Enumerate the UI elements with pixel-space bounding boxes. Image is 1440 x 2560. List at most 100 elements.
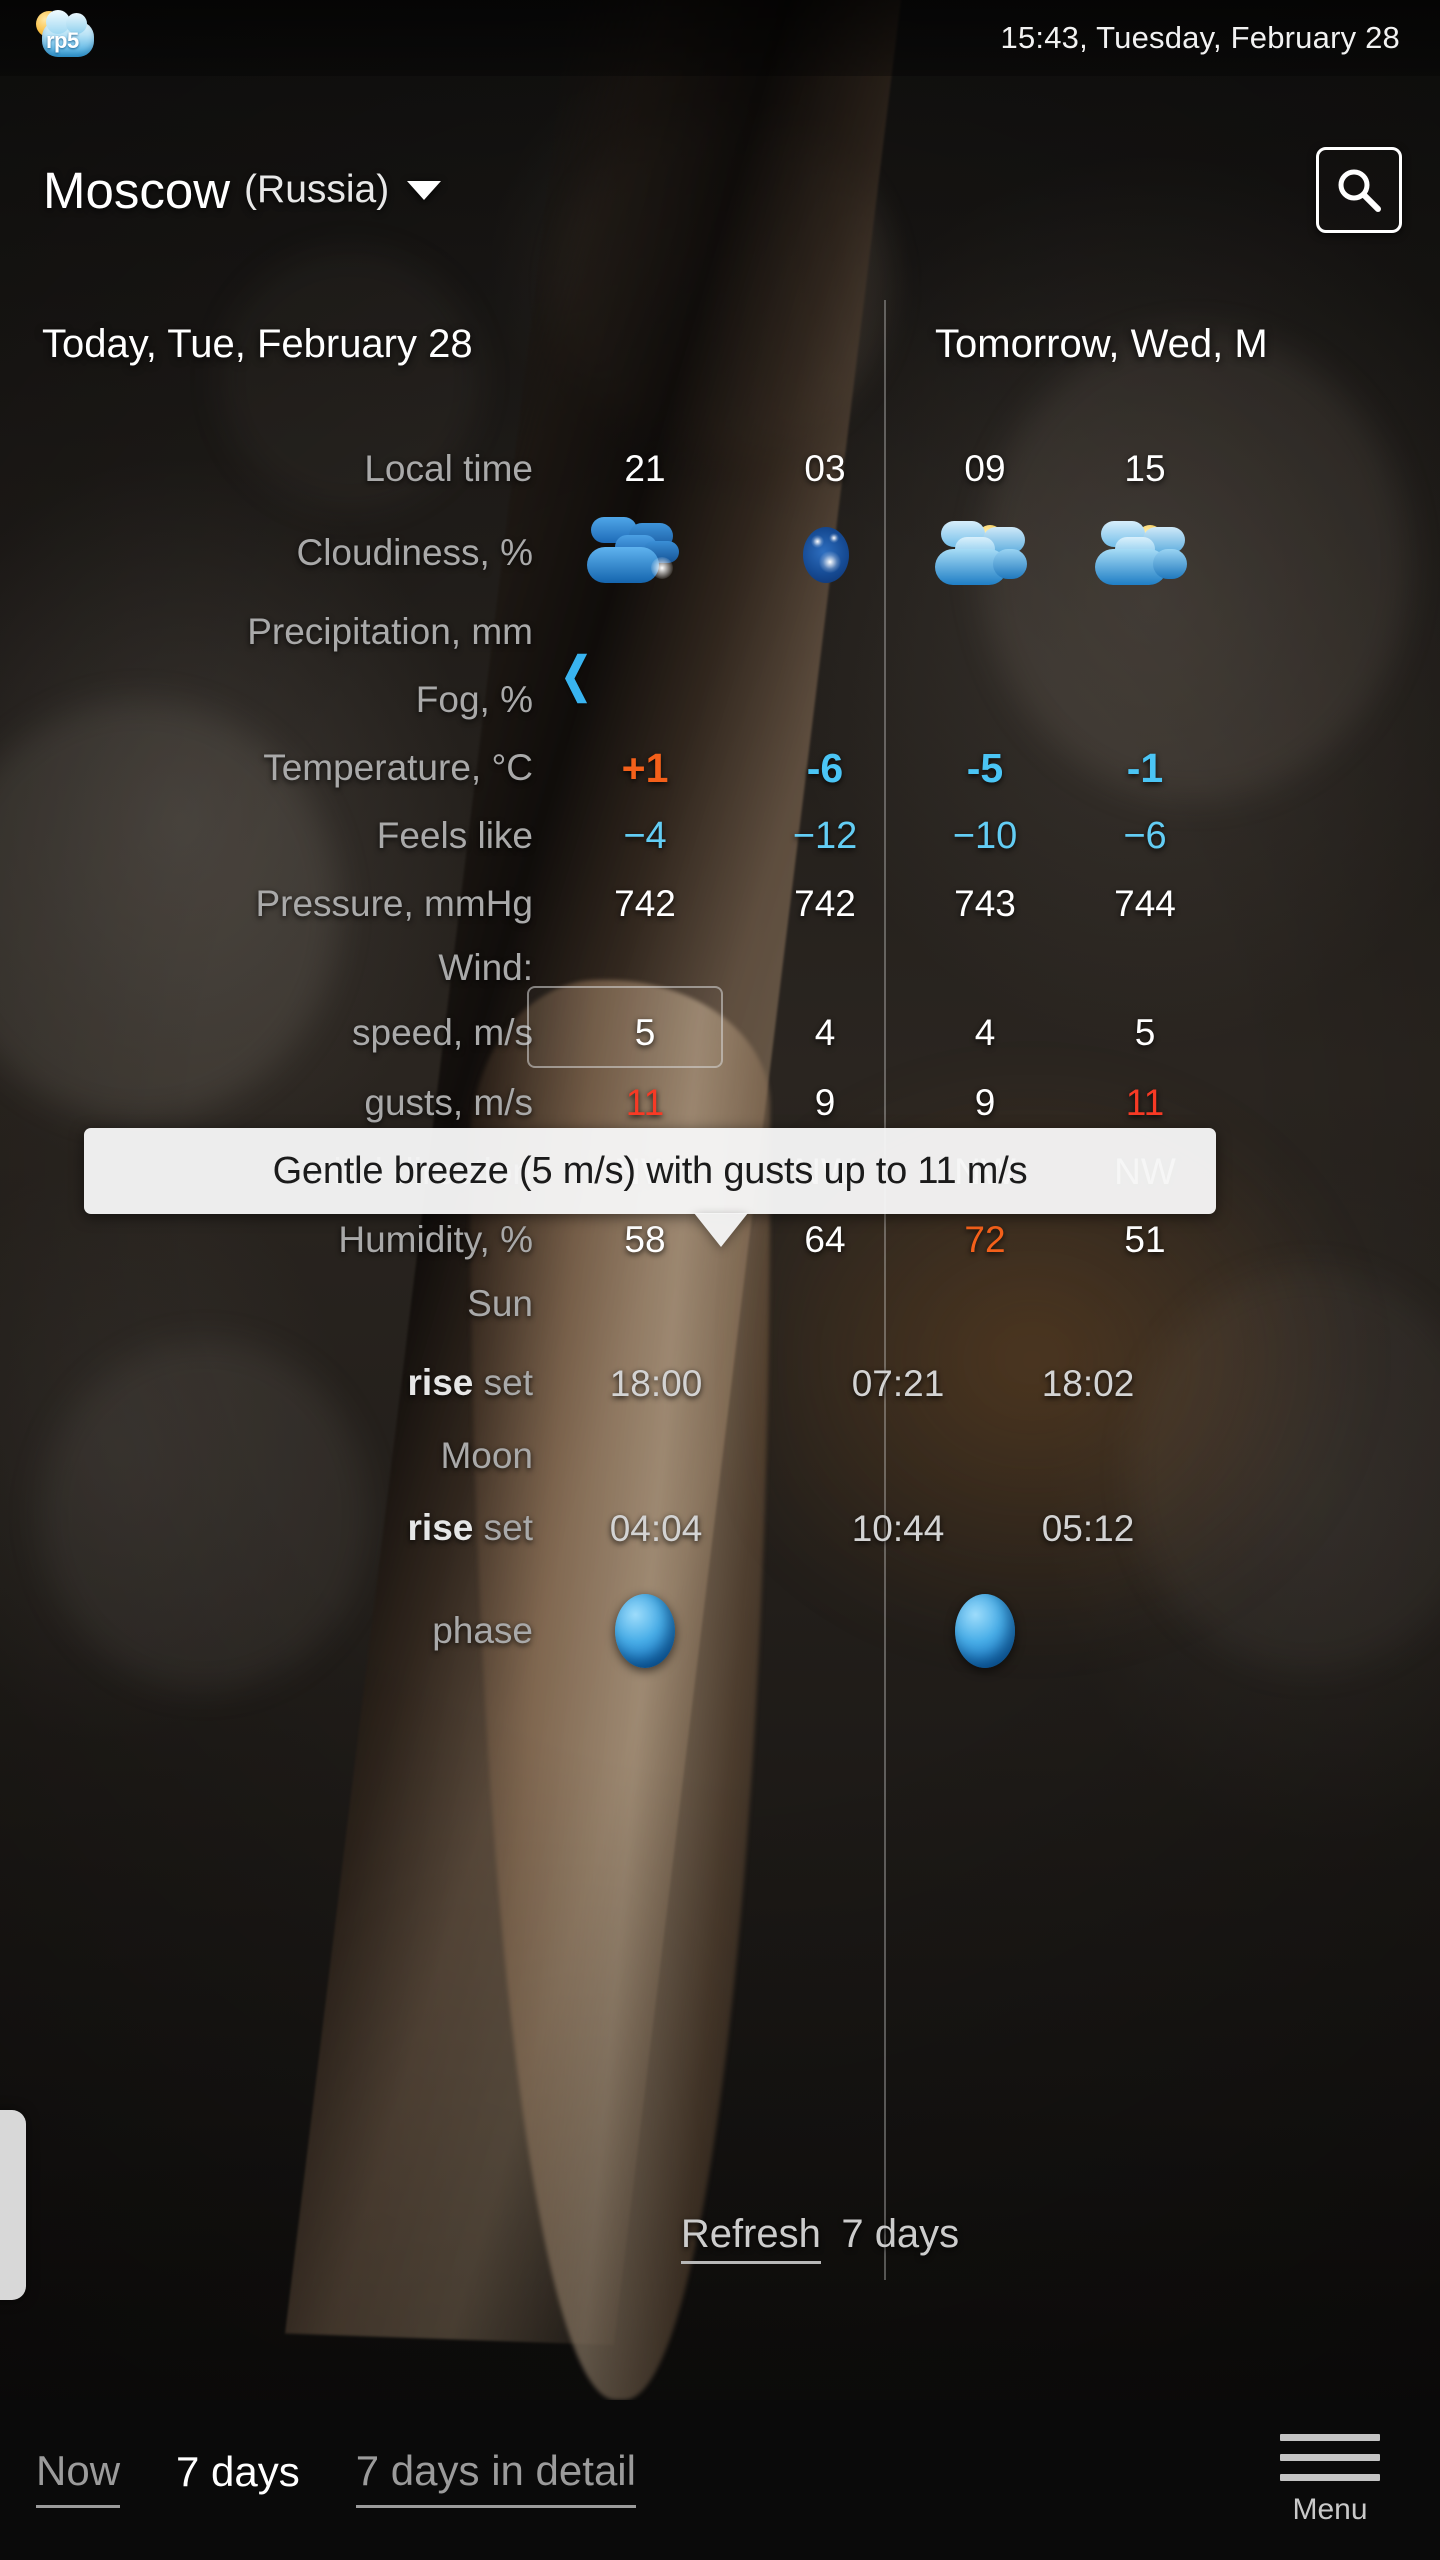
- cell-moon-phase-tomorrow: [905, 1594, 1065, 1668]
- row-fog: Fog, %: [0, 666, 1440, 734]
- cell-humidity-1: 64: [804, 1219, 846, 1260]
- sun-rise-label: rise: [407, 1362, 474, 1404]
- wind-tooltip[interactable]: Gentle breeze (5 m/s) with gusts up to 1…: [84, 1128, 1216, 1214]
- edge-drawer-handle[interactable]: [0, 2110, 26, 2300]
- cell-moon-phase-spacer-2: [1065, 1594, 1225, 1668]
- day-header-tomorrow: Tomorrow, Wed, M: [935, 322, 1268, 366]
- cell-wind-speed-1[interactable]: 4: [745, 1012, 905, 1054]
- row-local-time: Local time 21 03 09 15: [0, 430, 1440, 508]
- nav-tab-7-days-in-detail[interactable]: 7 days in detail: [355, 2447, 636, 2508]
- row-label-precipitation: Precipitation, mm: [247, 611, 533, 652]
- wind-speed-highlight-box: [527, 986, 723, 1068]
- cell-feels-like-2: −10: [952, 814, 1018, 857]
- row-label-moon: Moon: [440, 1435, 533, 1476]
- clear-night-icon: [765, 513, 885, 593]
- cell-local-time-1: 03: [804, 448, 846, 489]
- moon-set-label: set: [483, 1507, 533, 1549]
- sun-set-today: 18:00: [609, 1363, 703, 1404]
- rp5-logo-text: rp5: [46, 28, 79, 53]
- status-bar: rp5 15:43, Tuesday, February 28: [0, 0, 1440, 76]
- row-label-wind-gusts: gusts, m/s: [364, 1082, 533, 1123]
- rp5-logo-icon[interactable]: rp5: [34, 10, 96, 65]
- row-label-phase: phase: [432, 1610, 533, 1651]
- cell-feels-like-3: −6: [1123, 814, 1167, 857]
- cell-pressure-2: 743: [954, 883, 1016, 924]
- moon-rise-label: rise: [407, 1507, 474, 1549]
- search-button[interactable]: [1316, 147, 1402, 233]
- row-moon-riseset: rise set 04:04 10:44 05:12: [0, 1480, 1440, 1576]
- cell-local-time-2: 09: [964, 448, 1006, 489]
- cell-humidity-2: 72: [964, 1219, 1006, 1260]
- partly-cloudy-icon: [1085, 513, 1205, 593]
- cell-pressure-0: 742: [614, 883, 676, 924]
- cell-wind-speed-0[interactable]: 5: [527, 986, 745, 1068]
- row-label-wind: Wind:: [438, 947, 533, 988]
- day-headers: Today, Tue, February 28 Tomorrow, Wed, M: [0, 318, 1440, 390]
- sun-rise-tomorrow: 07:21: [851, 1363, 945, 1404]
- refresh-suffix: 7 days: [841, 2212, 960, 2256]
- cell-local-time-3: 15: [1124, 448, 1166, 489]
- cloudy-icon: [585, 513, 705, 593]
- nav-tab-7-days[interactable]: 7 days: [176, 2448, 300, 2506]
- row-label-fog: Fog, %: [415, 679, 533, 720]
- row-moon: Moon: [0, 1432, 1440, 1480]
- wind-tooltip-text: Gentle breeze (5 m/s) with gusts up to 1…: [272, 1149, 1028, 1192]
- menu-label: Menu: [1292, 2492, 1368, 2526]
- refresh-row: Refresh 7 days: [0, 2212, 1440, 2264]
- forecast-grid: Local time 21 03 09 15 Cloudiness, % Pre…: [0, 430, 1440, 1686]
- refresh-link[interactable]: Refresh: [680, 2212, 821, 2264]
- moon-rise-tomorrow: 10:44: [851, 1508, 945, 1549]
- cell-cloudiness-3[interactable]: [1065, 513, 1225, 593]
- row-label-pressure: Pressure, mmHg: [255, 883, 533, 924]
- row-temperature: Temperature, °C +1 -6 -5 -1: [0, 734, 1440, 802]
- cell-wind-speed-2[interactable]: 4: [905, 1012, 1065, 1054]
- row-label-moon-riseset: rise set: [0, 1509, 545, 1547]
- cell-wind-gusts-2: 9: [974, 1082, 996, 1123]
- moon-set-tomorrow: 05:12: [1041, 1508, 1135, 1549]
- cell-local-time-0: 21: [624, 448, 666, 489]
- chevron-left-icon[interactable]: ❮: [560, 652, 591, 700]
- row-label-local-time: Local time: [364, 448, 533, 489]
- row-label-sun-riseset: rise set: [0, 1364, 545, 1402]
- cell-cloudiness-2[interactable]: [905, 513, 1065, 593]
- row-moon-phase: phase: [0, 1576, 1440, 1686]
- status-datetime: 15:43, Tuesday, February 28: [1000, 20, 1400, 55]
- cell-feels-like-0: −4: [623, 814, 667, 857]
- cell-wind-speed-3[interactable]: 5: [1065, 1012, 1225, 1054]
- row-label-humidity: Humidity, %: [338, 1219, 533, 1260]
- cell-wind-speed-0-value: 5: [634, 1012, 656, 1053]
- row-label-cloudiness: Cloudiness, %: [296, 532, 533, 573]
- row-wind-speed: speed, m/s 5 4 4 5: [0, 986, 1440, 1068]
- nav-tab-now[interactable]: Now: [36, 2447, 121, 2508]
- row-precipitation: Precipitation, mm: [0, 598, 1440, 666]
- menu-button[interactable]: Menu: [1272, 2433, 1388, 2527]
- cell-temperature-3: -1: [1126, 744, 1164, 791]
- cell-cloudiness-0[interactable]: [545, 513, 745, 593]
- wind-tooltip-pointer: [694, 1213, 748, 1247]
- cell-moon-phase-spacer-1: [745, 1594, 905, 1668]
- row-label-temperature: Temperature, °C: [263, 747, 533, 788]
- sun-set-label: set: [483, 1362, 533, 1404]
- city-name[interactable]: Moscow: [43, 161, 230, 220]
- cell-temperature-2: -5: [966, 744, 1004, 791]
- cell-feels-like-1: −12: [792, 814, 858, 857]
- cell-pressure-1: 742: [794, 883, 856, 924]
- cell-temperature-0: +1: [621, 744, 669, 791]
- row-sun: Sun: [0, 1274, 1440, 1334]
- bottom-navigation: Now 7 days 7 days in detail Menu: [0, 2400, 1440, 2560]
- row-label-wind-speed: speed, m/s: [352, 1012, 533, 1053]
- row-feels-like: Feels like −4 −12 −10 −6: [0, 802, 1440, 870]
- day-header-today: Today, Tue, February 28: [42, 322, 473, 366]
- row-label-feels-like: Feels like: [376, 815, 533, 856]
- cell-temperature-1: -6: [806, 744, 844, 791]
- row-pressure: Pressure, mmHg 742 742 743 744: [0, 870, 1440, 938]
- row-label-sun: Sun: [467, 1283, 533, 1324]
- moon-set-today: 04:04: [609, 1508, 703, 1549]
- partly-cloudy-icon: [925, 513, 1045, 593]
- row-cloudiness: Cloudiness, %: [0, 508, 1440, 598]
- cell-cloudiness-1[interactable]: [745, 513, 905, 593]
- city-country[interactable]: (Russia): [244, 168, 389, 212]
- chevron-down-icon[interactable]: [407, 180, 442, 200]
- sun-set-tomorrow: 18:02: [1041, 1363, 1135, 1404]
- cell-humidity-3: 51: [1124, 1219, 1166, 1260]
